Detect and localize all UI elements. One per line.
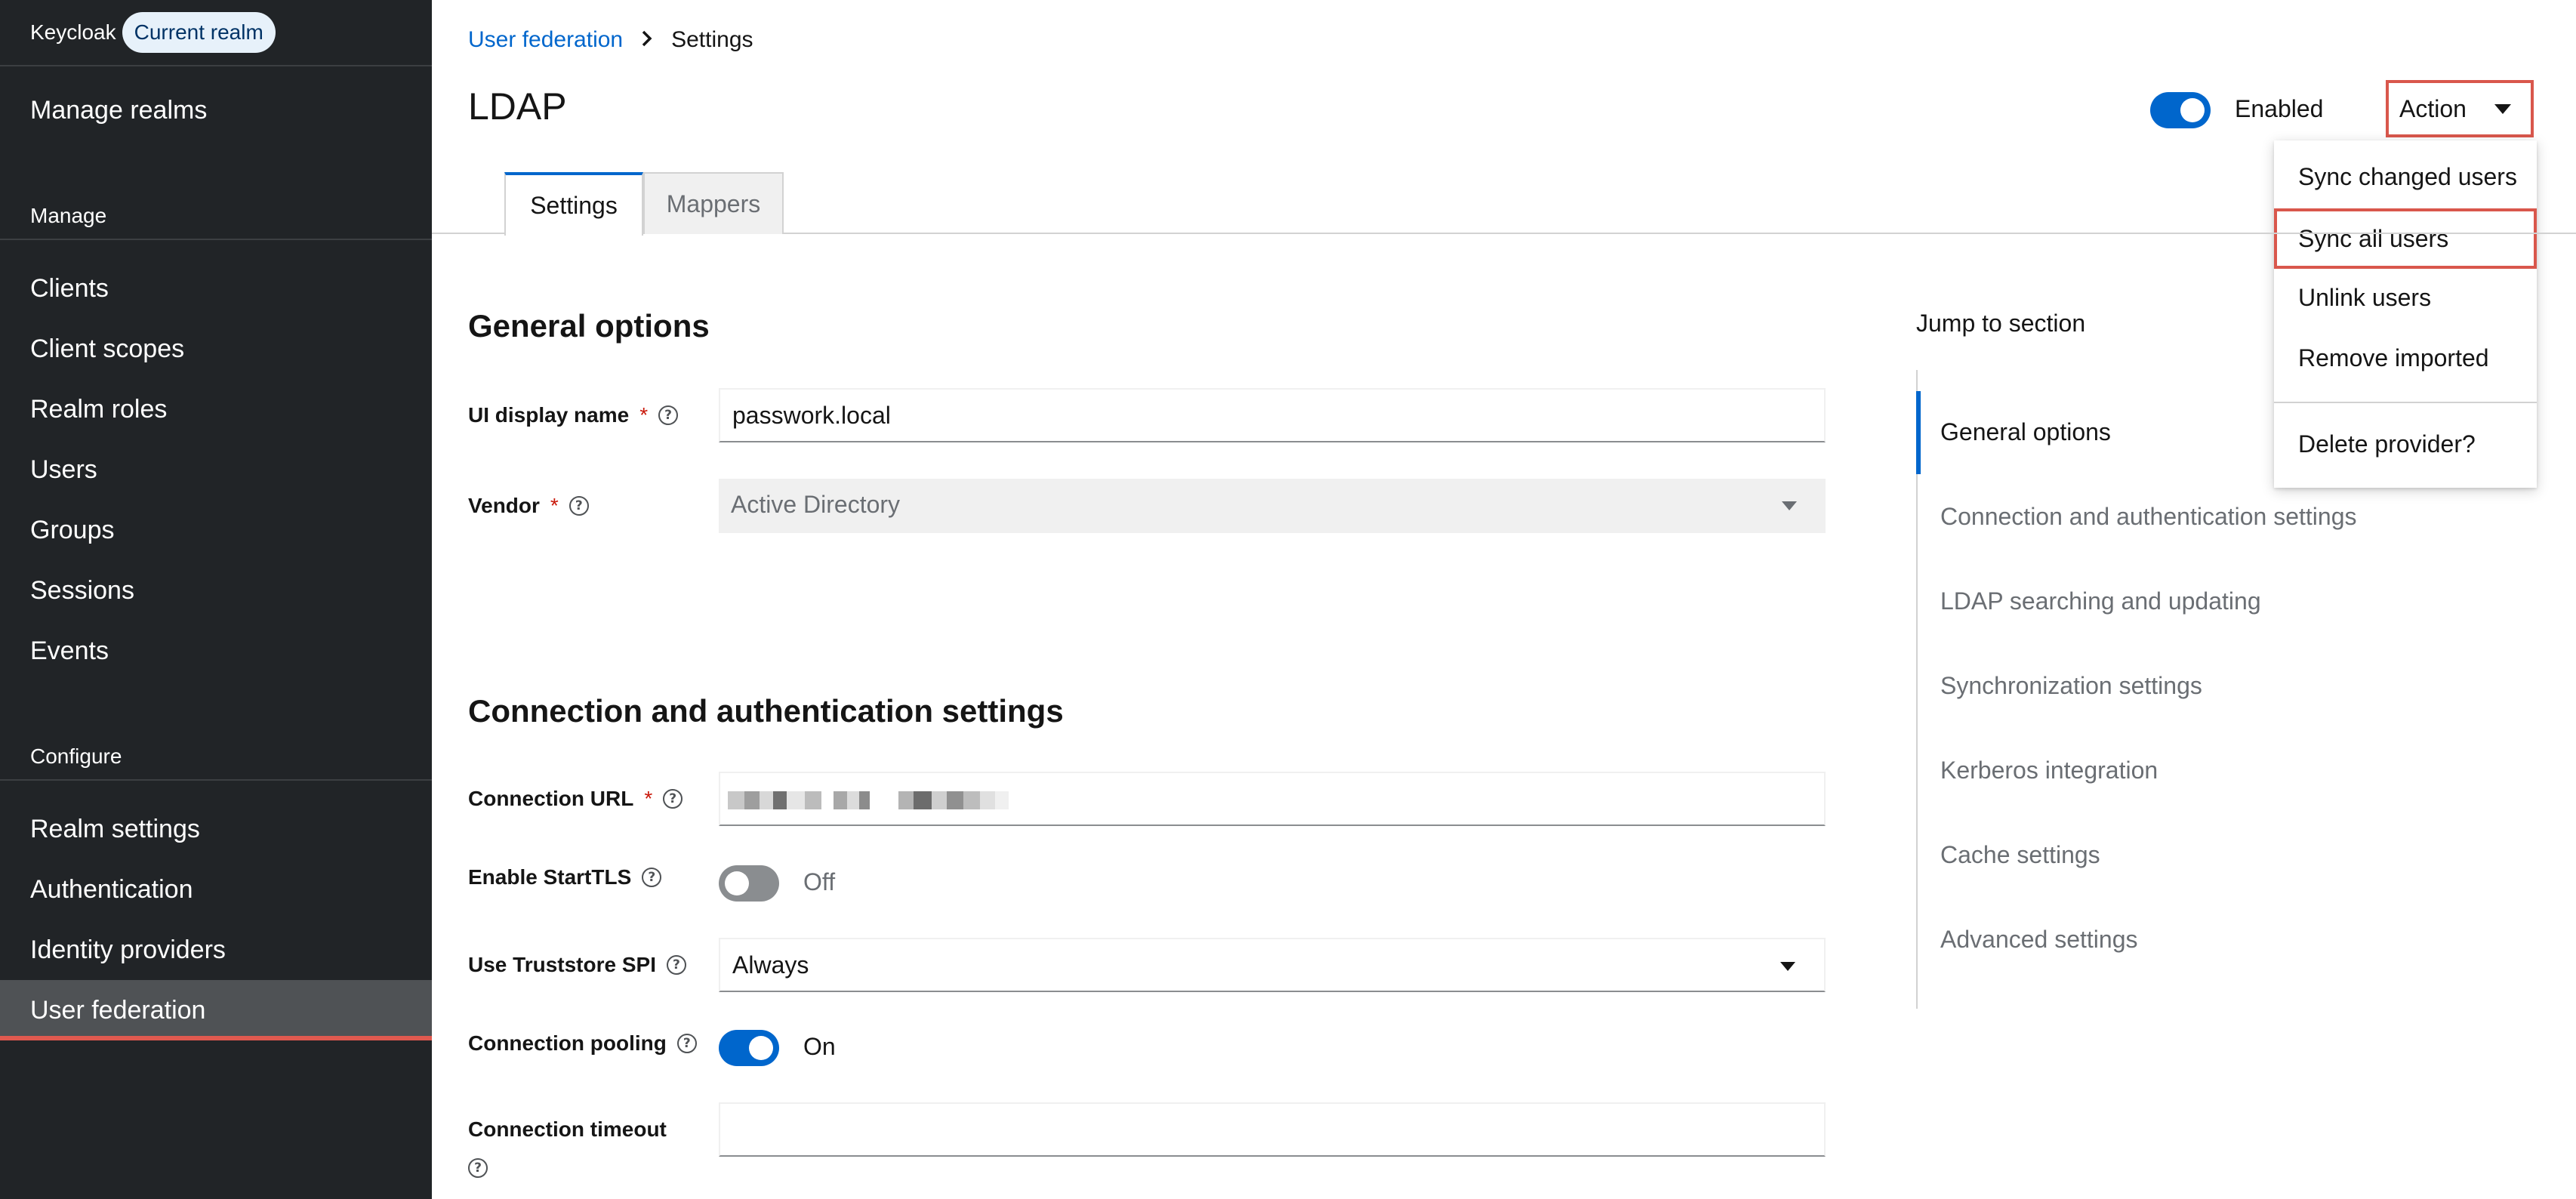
- input-value: passwork.local: [732, 402, 891, 429]
- menu-divider: [2274, 402, 2537, 403]
- jump-link-general-options[interactable]: General options: [1940, 418, 2111, 446]
- label-text: UI display name: [468, 403, 630, 427]
- connection-url-label: Connection URL * ?: [468, 787, 683, 811]
- select-value: Active Directory: [731, 491, 901, 518]
- pooling-state: On: [803, 1033, 836, 1060]
- jump-link-connection[interactable]: Connection and authentication settings: [1940, 503, 2357, 531]
- page-title: LDAP: [468, 85, 567, 128]
- enabled-toggle[interactable]: [2150, 92, 2211, 128]
- section-heading-general-options: General options: [468, 308, 710, 344]
- jump-link-kerberos[interactable]: Kerberos integration: [1940, 757, 2158, 784]
- toggle-knob: [2180, 98, 2205, 122]
- required-marker: *: [639, 403, 649, 427]
- sidebar-section-configure: Configure: [0, 732, 432, 781]
- breadcrumb-user-federation-link[interactable]: User federation: [468, 27, 623, 53]
- jump-link-ldap-searching[interactable]: LDAP searching and updating: [1940, 587, 2261, 615]
- switch-knob: [749, 1036, 773, 1060]
- switch-knob: [725, 871, 749, 895]
- timeout-label: Connection timeout: [468, 1117, 667, 1142]
- breadcrumb: User federation Settings: [468, 27, 753, 53]
- ui-display-name-label: UI display name * ?: [468, 403, 679, 427]
- required-marker: *: [644, 787, 653, 810]
- jump-link-advanced[interactable]: Advanced settings: [1940, 926, 2138, 954]
- action-button-label: Action: [2399, 94, 2467, 122]
- action-menu: Sync changed users Sync all users Unlink…: [2274, 140, 2537, 488]
- sidebar-item-clients[interactable]: Clients: [0, 258, 432, 319]
- sidebar-item-realm-settings[interactable]: Realm settings: [0, 799, 432, 859]
- label-text: Enable StartTLS: [468, 865, 632, 889]
- help-icon[interactable]: ?: [658, 405, 679, 425]
- caret-down-icon: [1782, 501, 1797, 510]
- starttls-state: Off: [803, 868, 836, 895]
- starttls-switch[interactable]: [719, 865, 779, 902]
- tab-mappers[interactable]: Mappers: [643, 172, 784, 234]
- enabled-label: Enabled: [2235, 95, 2324, 122]
- section-heading-connection: Connection and authentication settings: [468, 693, 1064, 729]
- breadcrumb-current: Settings: [671, 27, 753, 52]
- jump-to-section-title: Jump to section: [1916, 310, 2086, 337]
- caret-down-icon: [1780, 962, 1795, 971]
- ui-display-name-input[interactable]: passwork.local: [719, 388, 1826, 442]
- menu-item-unlink-users[interactable]: Unlink users: [2274, 267, 2537, 328]
- help-icon[interactable]: ?: [569, 496, 589, 516]
- label-text: Vendor: [468, 494, 540, 517]
- tab-settings[interactable]: Settings: [504, 172, 643, 236]
- main-content: User federation Settings LDAP Enabled Ac…: [432, 0, 2576, 1199]
- sidebar-item-identity-providers[interactable]: Identity providers: [0, 920, 432, 980]
- menu-item-delete-provider[interactable]: Delete provider?: [2274, 414, 2537, 474]
- sidebar-header: Keycloak Current realm: [0, 0, 432, 66]
- sidebar-item-sessions[interactable]: Sessions: [0, 560, 432, 621]
- sidebar-item-users[interactable]: Users: [0, 439, 432, 500]
- truststore-select[interactable]: Always: [719, 938, 1826, 992]
- jump-link-synchronization[interactable]: Synchronization settings: [1940, 672, 2202, 700]
- help-icon[interactable]: ?: [666, 955, 686, 975]
- select-value: Always: [732, 951, 809, 979]
- sidebar-item-client-scopes[interactable]: Client scopes: [0, 319, 432, 379]
- help-icon[interactable]: ?: [468, 1158, 488, 1178]
- help-icon[interactable]: ?: [663, 789, 683, 809]
- vendor-select: Active Directory: [719, 479, 1826, 533]
- sidebar-item-events[interactable]: Events: [0, 621, 432, 681]
- redacted-value: [728, 791, 1009, 809]
- menu-item-remove-imported[interactable]: Remove imported: [2274, 328, 2537, 388]
- help-icon[interactable]: ?: [676, 1034, 697, 1053]
- sidebar-item-manage-realms[interactable]: Manage realms: [0, 80, 432, 140]
- realm-selector[interactable]: Current realm: [122, 12, 276, 53]
- vendor-label: Vendor * ?: [468, 494, 589, 518]
- sidebar-item-authentication[interactable]: Authentication: [0, 859, 432, 920]
- label-text: Connection pooling: [468, 1031, 667, 1055]
- sidebar: Keycloak Current realm Manage realms Man…: [0, 0, 432, 1199]
- sidebar-section-manage: Manage: [0, 192, 432, 240]
- action-dropdown-button[interactable]: Action: [2386, 80, 2534, 137]
- menu-item-sync-changed-users[interactable]: Sync changed users: [2274, 146, 2537, 207]
- caret-down-icon: [2494, 103, 2511, 114]
- sidebar-item-groups[interactable]: Groups: [0, 500, 432, 560]
- truststore-label: Use Truststore SPI ?: [468, 953, 686, 977]
- help-icon[interactable]: ?: [642, 868, 662, 887]
- chevron-right-icon: [641, 27, 653, 53]
- starttls-label: Enable StartTLS ?: [468, 865, 662, 889]
- required-marker: *: [550, 494, 559, 517]
- timeout-input[interactable]: [719, 1102, 1826, 1157]
- jump-link-cache[interactable]: Cache settings: [1940, 841, 2100, 869]
- jump-active-indicator: [1916, 391, 1921, 474]
- sidebar-item-realm-roles[interactable]: Realm roles: [0, 379, 432, 439]
- connection-url-input[interactable]: [719, 772, 1826, 826]
- menu-item-sync-all-users[interactable]: Sync all users: [2274, 208, 2537, 269]
- brand-logo: Keycloak: [30, 20, 116, 44]
- label-text: Connection URL: [468, 787, 634, 810]
- pooling-switch[interactable]: [719, 1030, 779, 1066]
- pooling-label: Connection pooling ?: [468, 1031, 697, 1056]
- label-text: Use Truststore SPI: [468, 953, 656, 976]
- sidebar-item-user-federation[interactable]: User federation: [0, 980, 432, 1040]
- label-text: Connection timeout: [468, 1117, 667, 1141]
